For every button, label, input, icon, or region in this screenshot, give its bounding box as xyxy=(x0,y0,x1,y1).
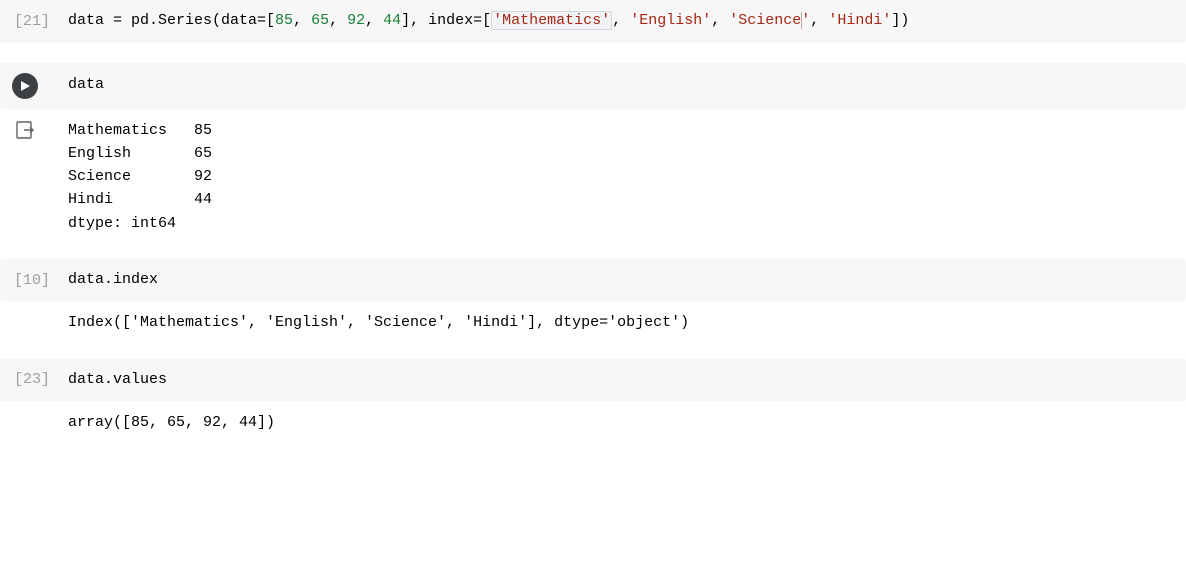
highlighted-text: 'Mathematics' xyxy=(491,11,612,30)
code-editor[interactable]: data = pd.Series(data=[85, 65, 92, 44], … xyxy=(68,10,1172,33)
execution-count: [21] xyxy=(14,13,68,30)
output-icon-col xyxy=(14,119,68,139)
code-input-row[interactable]: data xyxy=(0,63,1186,109)
code-editor[interactable]: data.values xyxy=(68,369,1172,392)
output-text: Index(['Mathematics', 'English', 'Scienc… xyxy=(68,311,1172,334)
output-text: array([85, 65, 92, 44]) xyxy=(68,411,1172,434)
code-input-row[interactable]: [21] data = pd.Series(data=[85, 65, 92, … xyxy=(0,0,1186,43)
notebook-cell: [23] data.values array([85, 65, 92, 44]) xyxy=(0,359,1186,439)
code-input-row[interactable]: [23] data.values xyxy=(0,359,1186,402)
run-cell-button[interactable] xyxy=(12,73,38,99)
code-input-row[interactable]: [10] data.index xyxy=(0,259,1186,302)
output-text: Mathematics 85 English 65 Science 92 Hin… xyxy=(68,119,1172,235)
code-editor[interactable]: data xyxy=(68,74,1172,97)
notebook-cell: [10] data.index Index(['Mathematics', 'E… xyxy=(0,259,1186,339)
execution-count: [10] xyxy=(14,272,68,289)
output-arrow-icon xyxy=(16,121,36,139)
code-editor[interactable]: data.index xyxy=(68,269,1172,292)
notebook-cell: [21] data = pd.Series(data=[85, 65, 92, … xyxy=(0,0,1186,43)
output-row: Index(['Mathematics', 'English', 'Scienc… xyxy=(0,301,1186,338)
run-button-container xyxy=(14,73,68,99)
notebook-cell: data Mathematics 85 English 65 Science 9… xyxy=(0,63,1186,239)
output-row: array([85, 65, 92, 44]) xyxy=(0,401,1186,438)
play-icon xyxy=(19,80,31,92)
execution-count: [23] xyxy=(14,371,68,388)
output-row: Mathematics 85 English 65 Science 92 Hin… xyxy=(0,109,1186,239)
